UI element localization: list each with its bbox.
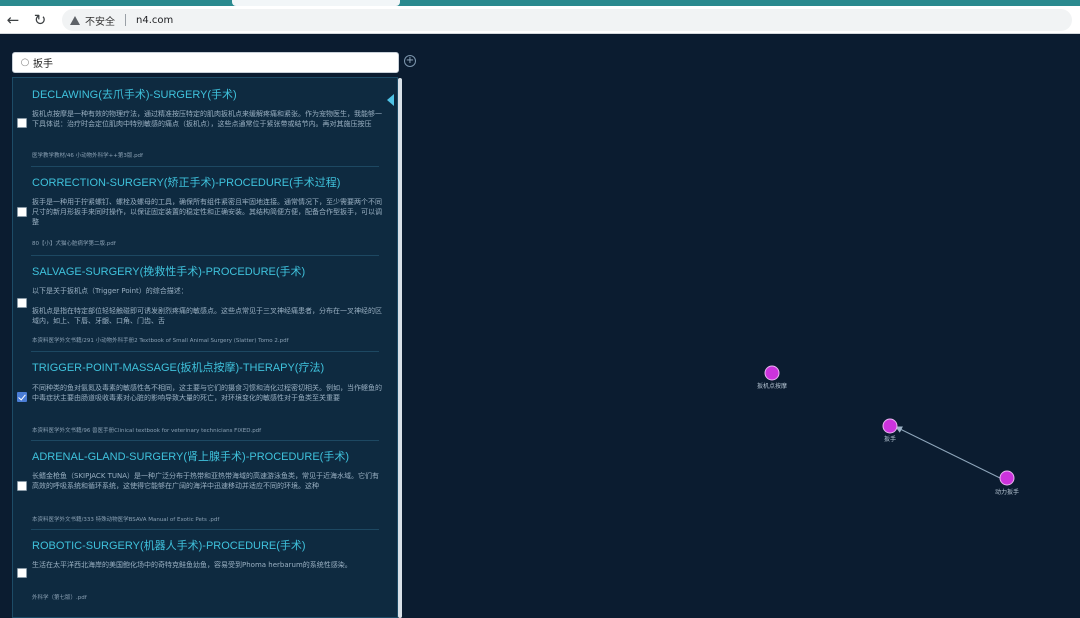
results-scrollbar[interactable] xyxy=(398,78,402,618)
search-icon: ○ xyxy=(20,57,30,68)
graph-node[interactable] xyxy=(764,365,780,381)
result-body: 扳机点按摩是一种有效的物理疗法，通过精准按压特定的肌肉扳机点来缓解疼痛和紧张。作… xyxy=(32,110,382,128)
graph-node[interactable] xyxy=(999,470,1015,486)
result-item: ADRENAL-GLAND-SURGERY(肾上腺手术)-PROCEDURE(手… xyxy=(13,441,397,530)
result-title[interactable]: ADRENAL-GLAND-SURGERY(肾上腺手术)-PROCEDURE(手… xyxy=(32,448,349,464)
result-checkbox-checked[interactable] xyxy=(17,392,27,402)
results-panel: DECLAWING(去爪手术)-SURGERY(手术) 扳机点按摩是一种有效的物… xyxy=(12,77,398,618)
address-separator xyxy=(125,14,126,26)
browser-toolbar: ← ↻ 不安全 n4.com xyxy=(0,6,1080,34)
result-item: TRIGGER-POINT-MASSAGE(扳机点按摩)-THERAPY(疗法)… xyxy=(13,352,397,441)
result-item: SALVAGE-SURGERY(挽救性手术)-PROCEDURE(手术) 以下是… xyxy=(13,256,397,352)
result-title[interactable]: ROBOTIC-SURGERY(机器人手术)-PROCEDURE(手术) xyxy=(32,537,306,553)
search-input[interactable] xyxy=(33,57,383,68)
result-item: DECLAWING(去爪手术)-SURGERY(手术) 扳机点按摩是一种有效的物… xyxy=(13,78,397,167)
add-circle-icon[interactable]: + xyxy=(404,55,416,67)
result-body: 长鳍金枪鱼（SKIPJACK TUNA）是一种广泛分布于热带和亚热带海域的高速游… xyxy=(32,472,380,490)
result-source[interactable]: 本资料医学外文书籍/96 兽医手册Clinical textbook for v… xyxy=(32,427,382,435)
result-checkbox[interactable] xyxy=(17,207,27,217)
result-source[interactable]: 80【小】犬猫心脏病学第二版.pdf xyxy=(32,240,382,248)
graph-edge xyxy=(895,426,1001,479)
result-item: ROBOTIC-SURGERY(机器人手术)-PROCEDURE(手术) 生活在… xyxy=(13,530,397,617)
warning-icon xyxy=(70,15,80,25)
back-arrow-icon[interactable]: ← xyxy=(3,10,23,30)
result-source[interactable]: 本资料医学外文书籍/291 小动物外科手册2 Textbook of Small… xyxy=(32,337,382,345)
result-checkbox[interactable] xyxy=(17,298,27,308)
result-source[interactable]: 外科学（第七版）.pdf xyxy=(32,594,382,602)
knowledge-graph[interactable]: 扳机点按摩 扳手 动力扳手 xyxy=(430,35,1080,618)
security-label: 不安全 xyxy=(85,16,115,28)
url-text: n4.com xyxy=(136,14,174,26)
graph-node[interactable] xyxy=(882,418,898,434)
result-body: 扳手是一种用于拧紧螺钉、螺栓及螺母的工具，确保所有组件紧密且牢固地连接。通常情况… xyxy=(32,198,382,226)
reload-icon[interactable]: ↻ xyxy=(30,10,50,30)
graph-node-label: 扳机点按摩 xyxy=(757,382,787,390)
result-checkbox[interactable] xyxy=(17,118,27,128)
result-title[interactable]: CORRECTION-SURGERY(矫正手术)-PROCEDURE(手术过程) xyxy=(32,174,340,190)
graph-node-label: 动力扳手 xyxy=(995,488,1019,496)
result-title[interactable]: TRIGGER-POINT-MASSAGE(扳机点按摩)-THERAPY(疗法) xyxy=(32,359,324,375)
result-body: 生活在太平洋西北海岸的美国鲍化场中的奇特克鲑鱼幼鱼，容易受到Phoma herb… xyxy=(32,561,352,569)
result-checkbox[interactable] xyxy=(17,481,27,491)
graph-node-label: 扳手 xyxy=(884,435,896,443)
result-title[interactable]: SALVAGE-SURGERY(挽救性手术)-PROCEDURE(手术) xyxy=(32,263,305,279)
result-title[interactable]: DECLAWING(去爪手术)-SURGERY(手术) xyxy=(32,86,237,102)
result-source[interactable]: 本资料医学外文书籍/333 特殊动物医学BSAVA Manual of Exot… xyxy=(32,516,382,524)
result-source[interactable]: 医学教学教材/46 小动物外科学++第3版.pdf xyxy=(32,152,382,160)
search-box[interactable]: ○ xyxy=(12,52,399,73)
result-body: 不同种类的鱼对氨氮及毒素的敏感性各不相同，这主要与它们的摄食习惯和消化过程密切相… xyxy=(32,384,382,402)
result-body: 以下是关于扳机点（Trigger Point）的综合描述： 扳机点是指在特定部位… xyxy=(32,287,382,325)
page-content: ○ + DECLAWING(去爪手术)-SURGERY(手术) 扳机点按摩是一种… xyxy=(0,35,1080,618)
address-bar[interactable]: 不安全 n4.com xyxy=(62,9,1072,31)
result-item: CORRECTION-SURGERY(矫正手术)-PROCEDURE(手术过程)… xyxy=(13,167,397,256)
result-checkbox[interactable] xyxy=(17,568,27,578)
